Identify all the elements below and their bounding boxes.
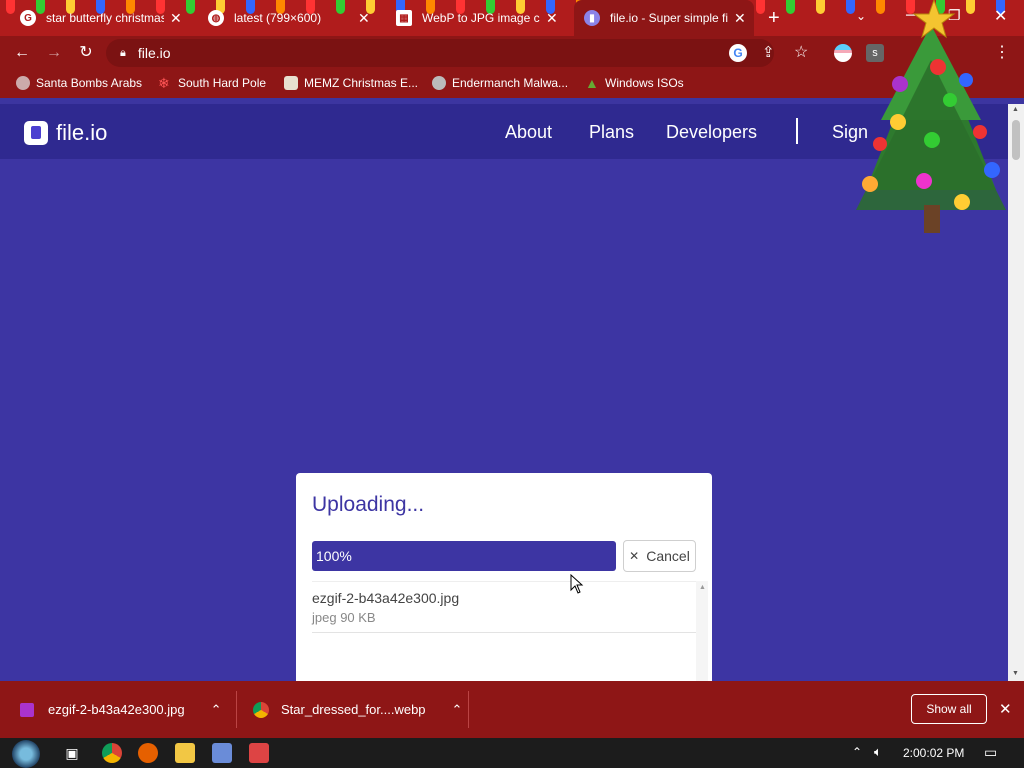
light-bulb (816, 0, 825, 14)
download-filename: ezgif-2-b43a42e300.jpg (48, 702, 185, 717)
christmas-tree-decoration (856, 0, 1006, 233)
tab-file-io[interactable]: ▮ file.io - Super simple fi ✕ (574, 0, 754, 36)
mouse-cursor (570, 574, 584, 594)
raccoon-icon (432, 76, 446, 90)
light-bulb (756, 0, 765, 14)
cancel-button[interactable]: ✕ Cancel (623, 540, 696, 572)
bookmark-label: Santa Bombs Arabs (36, 76, 143, 90)
download-filename: Star_dressed_for....webp (281, 702, 426, 717)
upload-dialog: Uploading... 100% ✕ Cancel ezgif-2-b43a4… (296, 473, 712, 681)
show-all-button[interactable]: Show all (911, 694, 987, 724)
bookmark-santa-bombs[interactable]: Santa Bombs Arabs (16, 76, 142, 90)
close-icon[interactable]: ✕ (546, 10, 558, 27)
lock-icon: 🔒︎ (120, 46, 126, 59)
tab-star-butterfly[interactable]: G star butterfly christmas ✕ (10, 0, 190, 36)
google-icon: G (20, 10, 36, 26)
file-io-icon: ▮ (584, 10, 600, 26)
volume-icon[interactable]: 🔈︎ (874, 744, 882, 760)
task-view-icon[interactable]: ▣ (62, 743, 82, 763)
ezgif-file-icon (20, 702, 34, 717)
close-icon[interactable]: ✕ (999, 700, 1012, 718)
file-meta: jpeg 90 KB (312, 610, 376, 625)
firefox-icon[interactable] (138, 743, 158, 763)
notification-icon[interactable]: ▭ (984, 744, 997, 761)
file-explorer-icon[interactable] (175, 743, 195, 763)
scroll-down-icon[interactable]: ▼ (1012, 670, 1019, 677)
back-icon[interactable]: ← (12, 43, 32, 63)
app-icon[interactable] (249, 743, 269, 763)
tab-label: file.io - Super simple fi (610, 11, 728, 25)
share-icon[interactable]: ⇪ (762, 43, 775, 61)
url-text: file.io (137, 45, 171, 61)
bookmark-label: Windows ISOs (605, 76, 684, 90)
progress-label: 100% (316, 548, 352, 564)
upload-title: Uploading... (312, 493, 425, 516)
chrome-icon (253, 701, 269, 718)
bookmark-south-hard-pole[interactable]: ❄ South Hard Pole (158, 76, 266, 90)
tab-latest[interactable]: ◍ latest (799×600) ✕ (198, 0, 378, 36)
bookmark-memz[interactable]: MEMZ Christmas E... (284, 76, 418, 90)
close-icon[interactable]: ✕ (170, 10, 182, 27)
download-shelf: ezgif-2-b43a42e300.jpg ⌃ Star_dressed_fo… (0, 681, 1024, 738)
nav-developers[interactable]: Developers (666, 122, 757, 143)
progress-fill (312, 541, 616, 571)
scroll-up-icon[interactable]: ▲ (699, 584, 706, 591)
snowflake-icon: ❄ (158, 75, 170, 91)
tab-label: latest (799×600) (234, 11, 322, 25)
chevron-up-icon[interactable]: ⌃ (852, 745, 862, 759)
file-io-logo-icon (24, 121, 48, 145)
dialog-scrollbar[interactable]: ▲ (696, 581, 708, 681)
clock[interactable]: 2:00:02 PM (903, 746, 964, 760)
bookmark-endermanch[interactable]: Endermanch Malwa... (432, 76, 568, 90)
tree-icon: ▲ (585, 75, 599, 91)
chevron-up-icon[interactable]: ⌃ (211, 702, 222, 718)
download-item[interactable]: ezgif-2-b43a42e300.jpg ⌃ (20, 681, 240, 738)
close-icon: ✕ (629, 549, 640, 563)
start-button-icon[interactable] (12, 740, 40, 768)
taskbar: ▣ ⌃ 🔈︎ 2:00:02 PM ▭ (0, 738, 1024, 768)
store-icon[interactable] (212, 743, 232, 763)
download-item[interactable]: Star_dressed_for....webp ⌃ (253, 681, 469, 738)
list-divider (312, 632, 696, 633)
ezgif-icon: ▦ (396, 10, 412, 26)
divider (468, 691, 469, 728)
file-name: ezgif-2-b43a42e300.jpg (312, 590, 460, 606)
santa-icon (16, 76, 30, 90)
nav-divider (796, 118, 798, 144)
forward-icon[interactable]: → (44, 43, 64, 63)
site-logo[interactable]: file.io (24, 120, 107, 146)
divider (236, 691, 237, 728)
bookmark-label: MEMZ Christmas E... (304, 76, 419, 90)
globe-icon: ◍ (208, 10, 224, 26)
close-icon[interactable]: ✕ (358, 10, 370, 27)
tab-webp-to-jpg[interactable]: ▦ WebP to JPG image co ✕ (386, 0, 566, 36)
cancel-label: Cancel (646, 548, 690, 564)
file-list: ezgif-2-b43a42e300.jpg jpeg 90 KB (312, 581, 696, 681)
nav-plans[interactable]: Plans (589, 122, 634, 143)
star-icon[interactable]: ☆ (794, 42, 808, 62)
bookmark-label: South Hard Pole (178, 76, 267, 90)
chrome-taskbar-icon[interactable] (102, 743, 122, 763)
close-icon[interactable]: ✕ (734, 10, 746, 27)
address-bar[interactable]: 🔒︎ file.io (106, 39, 774, 67)
nav-about[interactable]: About (505, 122, 552, 143)
reload-icon[interactable]: ↻ (76, 43, 96, 63)
tab-label: WebP to JPG image co (422, 11, 540, 25)
light-bulb (786, 0, 795, 14)
bookmark-windows-isos[interactable]: ▲ Windows ISOs (585, 76, 684, 90)
bookmark-label: Endermanch Malwa... (452, 76, 569, 90)
chevron-up-icon[interactable]: ⌃ (452, 702, 463, 718)
upload-progress-bar: 100% (312, 541, 616, 571)
logo-text: file.io (56, 120, 108, 145)
tab-label: star butterfly christmas (46, 11, 164, 25)
new-tab-button[interactable]: + (768, 7, 780, 30)
memz-icon (284, 76, 298, 90)
google-lens-icon[interactable]: G (729, 44, 747, 62)
